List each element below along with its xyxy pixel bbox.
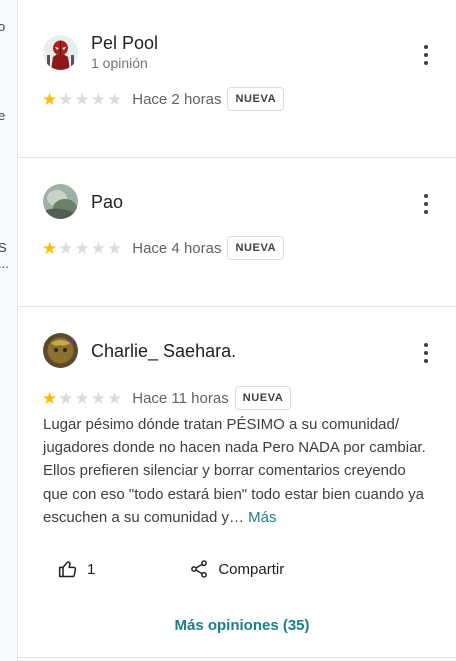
reviews-list: Pel Pool 1 opinión ★ ★ ★ ★ ★ Hace 2 hora…: [18, 0, 456, 661]
more-vert-icon: [424, 45, 428, 49]
reviewer-name[interactable]: Charlie_ Saehara.: [91, 341, 236, 362]
avatar-image: [43, 35, 78, 70]
divider: [18, 157, 456, 158]
more-vert-icon: [424, 343, 428, 347]
review-menu-button[interactable]: [418, 45, 434, 65]
reviewer-review-count: 1 opinión: [91, 55, 148, 71]
review-text: Lugar pésimo dónde tratan PÉSIMO a su co…: [43, 413, 433, 529]
star-icon: ★: [107, 388, 123, 408]
more-vert-icon: [424, 194, 428, 198]
star-icon: ★: [58, 238, 74, 258]
star-icon: ★: [90, 89, 106, 109]
review-time: Hace 11 horas: [132, 389, 229, 407]
avatar[interactable]: [43, 184, 78, 219]
more-reviews-link[interactable]: Más opiniones (35): [18, 617, 456, 634]
rating-row: ★ ★ ★ ★ ★ Hace 4 horas NUEVA: [42, 236, 285, 260]
rating-row: ★ ★ ★ ★ ★ Hace 11 horas NUEVA: [42, 386, 292, 410]
new-badge: NUEVA: [227, 87, 285, 111]
sidebar-fragment: S: [0, 240, 7, 255]
like-button[interactable]: 1: [58, 559, 95, 579]
more-text-link[interactable]: Más: [248, 509, 276, 526]
share-icon: [191, 560, 208, 578]
avatar[interactable]: [43, 35, 78, 70]
sidebar-fragment: e: [0, 108, 5, 123]
star-icon: ★: [42, 388, 58, 408]
avatar-image: [43, 333, 78, 368]
star-icon: ★: [74, 388, 90, 408]
divider: [18, 306, 456, 307]
avatar-image: [43, 184, 78, 219]
star-icon: ★: [58, 89, 74, 109]
star-icon: ★: [74, 89, 90, 109]
star-rating: ★ ★ ★ ★ ★: [42, 390, 122, 407]
reviewer-name[interactable]: Pao: [91, 192, 123, 213]
new-badge: NUEVA: [234, 386, 292, 410]
avatar[interactable]: [43, 333, 78, 368]
share-label: Compartir: [218, 560, 285, 578]
star-icon: ★: [42, 89, 58, 109]
star-icon: ★: [42, 238, 58, 258]
star-icon: ★: [90, 388, 106, 408]
review-time: Hace 2 horas: [132, 90, 222, 108]
review-time: Hace 4 horas: [132, 239, 222, 257]
review-body: Lugar pésimo dónde tratan PÉSIMO a su co…: [43, 416, 426, 526]
sidebar-fragment: ...: [0, 256, 9, 271]
star-icon: ★: [74, 238, 90, 258]
star-icon: ★: [58, 388, 74, 408]
review-menu-button[interactable]: [418, 194, 434, 214]
star-rating: ★ ★ ★ ★ ★: [42, 240, 122, 257]
star-icon: ★: [90, 238, 106, 258]
share-button[interactable]: Compartir: [189, 559, 284, 579]
review-menu-button[interactable]: [418, 343, 434, 363]
new-badge: NUEVA: [227, 236, 285, 260]
sidebar-fragment: o: [0, 19, 5, 34]
star-icon: ★: [107, 89, 123, 109]
left-panel-edge: o e S ...: [0, 0, 18, 661]
star-icon: ★: [107, 238, 123, 258]
reviewer-name[interactable]: Pel Pool: [91, 33, 158, 54]
thumbs-up-icon: [58, 561, 77, 578]
review-actions: 1 Compartir: [58, 559, 284, 579]
like-count: 1: [87, 560, 96, 578]
star-rating: ★ ★ ★ ★ ★: [42, 91, 122, 108]
divider: [18, 657, 456, 658]
rating-row: ★ ★ ★ ★ ★ Hace 2 horas NUEVA: [42, 87, 285, 111]
